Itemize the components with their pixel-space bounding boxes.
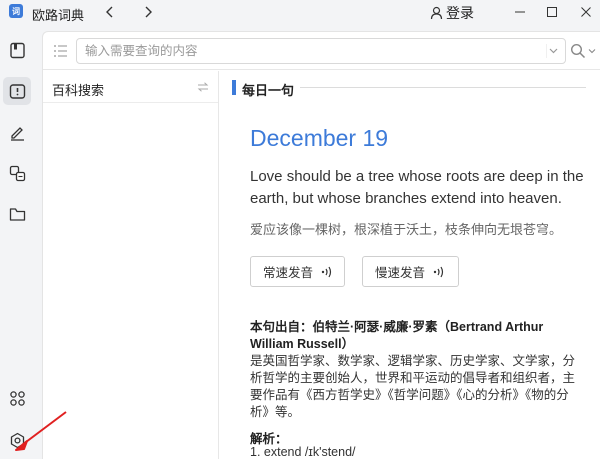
section-header: 每日一句: [220, 71, 600, 103]
list-icon[interactable]: [52, 42, 70, 60]
close-button[interactable]: [566, 0, 600, 24]
app-title: 欧路词典: [32, 8, 85, 23]
edit-icon: [10, 126, 24, 141]
search-icon: [570, 43, 586, 59]
notebook-icon: [9, 42, 25, 58]
sentence-english: Love should be a tree whose roots are de…: [250, 168, 584, 207]
chevron-down-icon[interactable]: [546, 44, 560, 58]
rail-settings-button[interactable]: [3, 426, 31, 454]
user-icon: [430, 6, 443, 20]
back-button[interactable]: [100, 2, 120, 22]
login-button[interactable]: 登录: [430, 3, 474, 23]
chevron-left-icon: [106, 6, 113, 18]
search-row: [43, 32, 600, 70]
slow-speed-label: 慢速发音: [375, 266, 426, 280]
login-label: 登录: [446, 5, 474, 21]
rail-edit-button[interactable]: [3, 118, 31, 146]
chevron-down-icon: [588, 49, 596, 54]
rail-notebook-button[interactable]: [3, 36, 31, 64]
slow-speed-audio-button[interactable]: 慢速发音: [362, 256, 459, 287]
forward-button[interactable]: [138, 2, 158, 22]
normal-speed-label: 常速发音: [263, 266, 314, 280]
main-panel: 百科搜索 每日一句 December 19 Love should be a t…: [42, 31, 600, 459]
rail-folder-button[interactable]: [3, 200, 31, 228]
author-bio: 是英国哲学家、数学家、逻辑学家、历史学家、文学家，分析哲学的主要创始人，世界和平…: [250, 354, 576, 419]
search-button[interactable]: [570, 41, 600, 61]
normal-speed-audio-button[interactable]: 常速发音: [250, 256, 345, 287]
rail-apps-button[interactable]: [3, 384, 31, 412]
encyclopedia-search-row[interactable]: 百科搜索: [43, 71, 218, 103]
rail-translate-button[interactable]: [3, 159, 31, 187]
app-logo-icon: 词: [9, 4, 23, 18]
daily-date: December 19: [250, 125, 389, 151]
encyclopedia-panel: 百科搜索: [43, 71, 219, 459]
maximize-icon: [547, 7, 557, 17]
sentence-source: 本句出自：伯特兰·阿瑟·威廉·罗素（Bertrand Arthur Willia…: [250, 320, 544, 351]
search-input[interactable]: [76, 38, 566, 64]
encyclopedia-search-label: 百科搜索: [52, 83, 105, 98]
daily-sentence-panel: 每日一句 December 19 Love should be a tree w…: [220, 71, 600, 459]
folder-icon: [9, 207, 25, 221]
chevron-right-icon: [145, 6, 152, 18]
close-icon: [581, 7, 591, 17]
minimize-icon: [515, 11, 525, 13]
analysis-line: 1. extend /ɪk'stend/: [250, 445, 356, 459]
settings-icon: [10, 432, 24, 448]
sound-wave-icon: [321, 266, 332, 277]
title-bar: 词 欧路词典 登录: [0, 0, 600, 26]
swap-icon[interactable]: [197, 82, 209, 92]
sentence-chinese: 爱应该像一棵树，根深植于沃土，枝条伸向无垠苍穹。: [250, 222, 563, 237]
translate-icon: [9, 165, 25, 181]
flashcard-icon: [9, 83, 25, 99]
apps-icon: [9, 390, 25, 406]
app-window: 词 欧路词典 登录 输入需要查询的内容 百科搜索 每日一句 December 1…: [0, 0, 600, 459]
section-title: 每日一句: [236, 80, 301, 99]
side-rail: [0, 26, 34, 459]
sound-wave-icon: [433, 266, 444, 277]
rail-flashcard-button[interactable]: [3, 77, 31, 105]
